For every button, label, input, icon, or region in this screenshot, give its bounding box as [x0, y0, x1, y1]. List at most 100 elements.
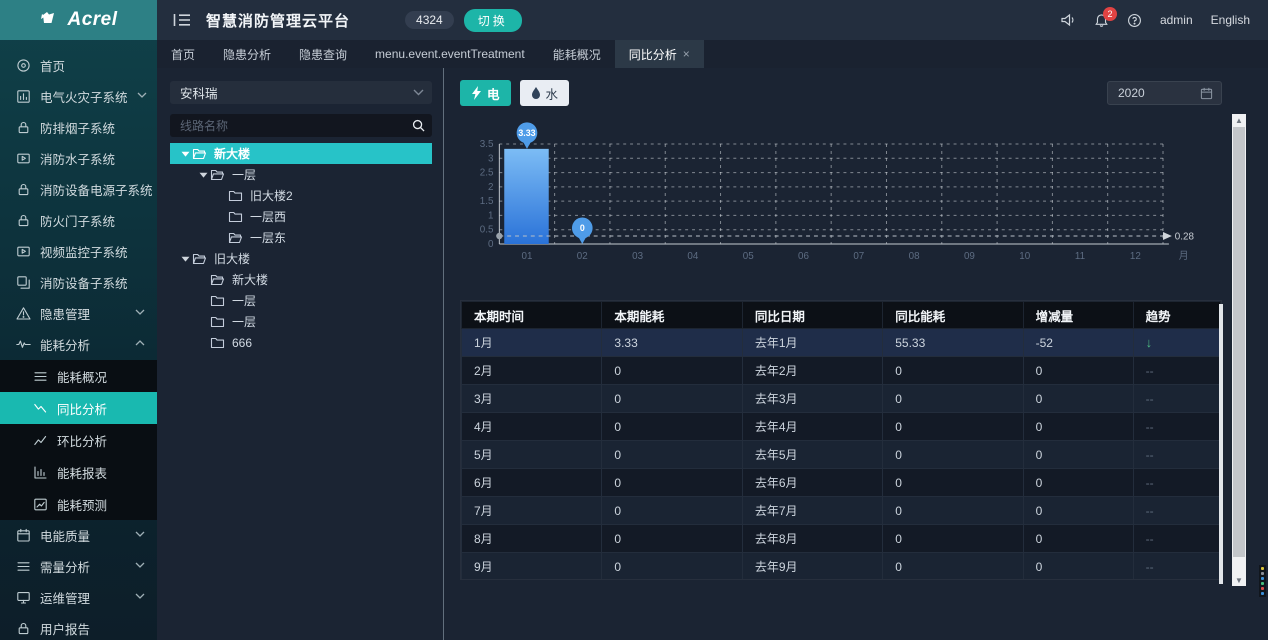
line-search-input[interactable]	[170, 119, 404, 133]
vertical-scrollbar[interactable]: ▲ ▼	[1232, 114, 1246, 586]
menu-item-电气火灾子系统[interactable]: 电气火灾子系统	[0, 81, 157, 112]
scroll-up-arrow[interactable]: ▲	[1232, 114, 1246, 126]
menu-item-消防设备子系统[interactable]: 消防设备子系统	[0, 267, 157, 298]
user-menu[interactable]: admin	[1160, 13, 1193, 27]
submenu-item-同比分析[interactable]: 同比分析	[0, 392, 157, 424]
menu-item-防火门子系统[interactable]: 防火门子系统	[0, 205, 157, 236]
submenu-item-能耗报表[interactable]: 能耗报表	[0, 456, 157, 488]
tree-node-旧大楼2[interactable]: 旧大楼2	[170, 185, 432, 206]
table-scrollbar-track[interactable]	[1219, 304, 1223, 584]
menu-item-消防设备电源子系统[interactable]: 消防设备电源子系统	[0, 174, 157, 205]
project-count-badge: 4324	[405, 11, 454, 29]
menu-item-运维管理[interactable]: 运维管理	[0, 582, 157, 613]
tab-3[interactable]: 隐患查询	[285, 40, 361, 68]
menu-item-label: 能耗报表	[57, 463, 107, 482]
menu-item-电能质量[interactable]: 电能质量	[0, 520, 157, 551]
cell-current-energy: 3.33	[602, 329, 742, 357]
tree-caret-icon[interactable]	[178, 151, 192, 157]
tree-caret-icon[interactable]	[178, 256, 192, 262]
tree-node-666[interactable]: 666	[170, 332, 432, 353]
menu-item-隐患管理[interactable]: 隐患管理	[0, 298, 157, 329]
electric-tab-button[interactable]: 电	[460, 80, 511, 106]
cell-current-energy: 0	[602, 441, 742, 469]
tree-node-一层东[interactable]: 一层东	[170, 227, 432, 248]
topbar: 智慧消防管理云平台 4324 切换 2 admin English	[157, 0, 1268, 40]
submenu-item-环比分析[interactable]: 环比分析	[0, 424, 157, 456]
comparison-table: 本期时间本期能耗同比日期同比能耗增减量趋势 1月3.33去年1月55.33-52…	[461, 301, 1221, 580]
tree-node-label: 666	[232, 336, 252, 350]
chart-forecast-icon	[33, 497, 48, 512]
folder-open-icon	[192, 146, 208, 161]
tab-close-icon[interactable]: ×	[683, 47, 690, 61]
svg-text:3.5: 3.5	[480, 139, 494, 150]
tree-node-label: 一层西	[250, 208, 286, 225]
tab-4[interactable]: menu.event.eventTreatment	[361, 40, 539, 68]
tab-2[interactable]: 隐患分析	[209, 40, 285, 68]
table-row-4月[interactable]: 4月0去年4月00--	[462, 413, 1221, 441]
folder-open-icon	[192, 251, 208, 266]
tree-node-label: 一层东	[250, 229, 286, 246]
column-header: 增减量	[1023, 302, 1133, 329]
menu-item-能耗分析[interactable]: 能耗分析	[0, 329, 157, 360]
building-tree: 新大楼一层旧大楼2一层西一层东旧大楼新大楼一层一层666	[170, 143, 432, 353]
tree-node-label: 一层	[232, 313, 256, 330]
scrollbar-thumb[interactable]	[1233, 127, 1245, 557]
menu-item-label: 能耗预测	[57, 495, 107, 514]
table-row-7月[interactable]: 7月0去年7月00--	[462, 497, 1221, 525]
submenu-item-能耗概况[interactable]: 能耗概况	[0, 360, 157, 392]
table-row-1月[interactable]: 1月3.33去年1月55.33-52↓	[462, 329, 1221, 357]
menu-item-消防水子系统[interactable]: 消防水子系统	[0, 143, 157, 174]
svg-text:1.5: 1.5	[480, 196, 494, 207]
table-row-6月[interactable]: 6月0去年6月00--	[462, 469, 1221, 497]
svg-text:3.33: 3.33	[518, 128, 535, 138]
tab-6[interactable]: 同比分析×	[615, 40, 704, 68]
menu-item-视频监控子系统[interactable]: 视频监控子系统	[0, 236, 157, 267]
content: 安科瑞 新大楼一层旧大楼2一层西一层东旧大楼新大楼一层一层666 电 水 20	[157, 68, 1268, 640]
cell-month: 1月	[462, 329, 602, 357]
tree-caret-icon[interactable]	[196, 172, 210, 178]
column-header: 趋势	[1133, 302, 1220, 329]
submenu-item-能耗预测[interactable]: 能耗预测	[0, 488, 157, 520]
tree-node-新大楼[interactable]: 新大楼	[170, 269, 432, 290]
water-tab-button[interactable]: 水	[520, 80, 570, 106]
help-icon[interactable]	[1127, 13, 1142, 28]
menu-item-label: 消防设备电源子系统	[40, 180, 153, 199]
tree-node-一层西[interactable]: 一层西	[170, 206, 432, 227]
broadcast-icon[interactable]	[1060, 13, 1076, 27]
tree-node-新大楼[interactable]: 新大楼	[170, 143, 432, 164]
trend-none: --	[1146, 560, 1154, 574]
tree-node-一层[interactable]: 一层	[170, 311, 432, 332]
folder-open-icon	[228, 230, 244, 245]
tree-node-一层[interactable]: 一层	[170, 290, 432, 311]
tab-5[interactable]: 能耗概况	[539, 40, 615, 68]
year-picker[interactable]: 2020	[1107, 81, 1222, 105]
table-row-5月[interactable]: 5月0去年5月00--	[462, 441, 1221, 469]
collapse-menu-icon[interactable]	[173, 13, 191, 27]
table-row-2月[interactable]: 2月0去年2月00--	[462, 357, 1221, 385]
table-row-3月[interactable]: 3月0去年3月00--	[462, 385, 1221, 413]
switch-button[interactable]: 切换	[464, 9, 522, 32]
table-row-9月[interactable]: 9月0去年9月00--	[462, 553, 1221, 581]
bar-chart-svg[interactable]: 00.511.522.533.5010203040506070809101112…	[460, 116, 1222, 276]
company-select-value: 安科瑞	[180, 83, 218, 102]
trend-up-icon	[33, 433, 48, 448]
menu-item-label: 用户报告	[40, 619, 90, 638]
svg-text:月: 月	[1179, 250, 1189, 262]
table-row-8月[interactable]: 8月0去年8月00--	[462, 525, 1221, 553]
cell-last-energy: 0	[883, 553, 1023, 581]
scroll-down-arrow[interactable]: ▼	[1232, 574, 1246, 586]
menu-item-首页[interactable]: 首页	[0, 50, 157, 81]
menu-item-用户报告[interactable]: 用户报告	[0, 613, 157, 640]
notifications-bell-icon[interactable]: 2	[1094, 13, 1109, 28]
tab-1[interactable]: 首页	[157, 40, 209, 68]
tree-node-旧大楼[interactable]: 旧大楼	[170, 248, 432, 269]
search-icon[interactable]	[404, 114, 432, 137]
column-header: 同比日期	[742, 302, 882, 329]
calendar-icon	[16, 528, 31, 543]
language-switcher[interactable]: English	[1211, 13, 1250, 27]
cell-last-energy: 55.33	[883, 329, 1023, 357]
menu-item-需量分析[interactable]: 需量分析	[0, 551, 157, 582]
menu-item-防排烟子系统[interactable]: 防排烟子系统	[0, 112, 157, 143]
tree-node-一层[interactable]: 一层	[170, 164, 432, 185]
company-select[interactable]: 安科瑞	[170, 81, 432, 104]
